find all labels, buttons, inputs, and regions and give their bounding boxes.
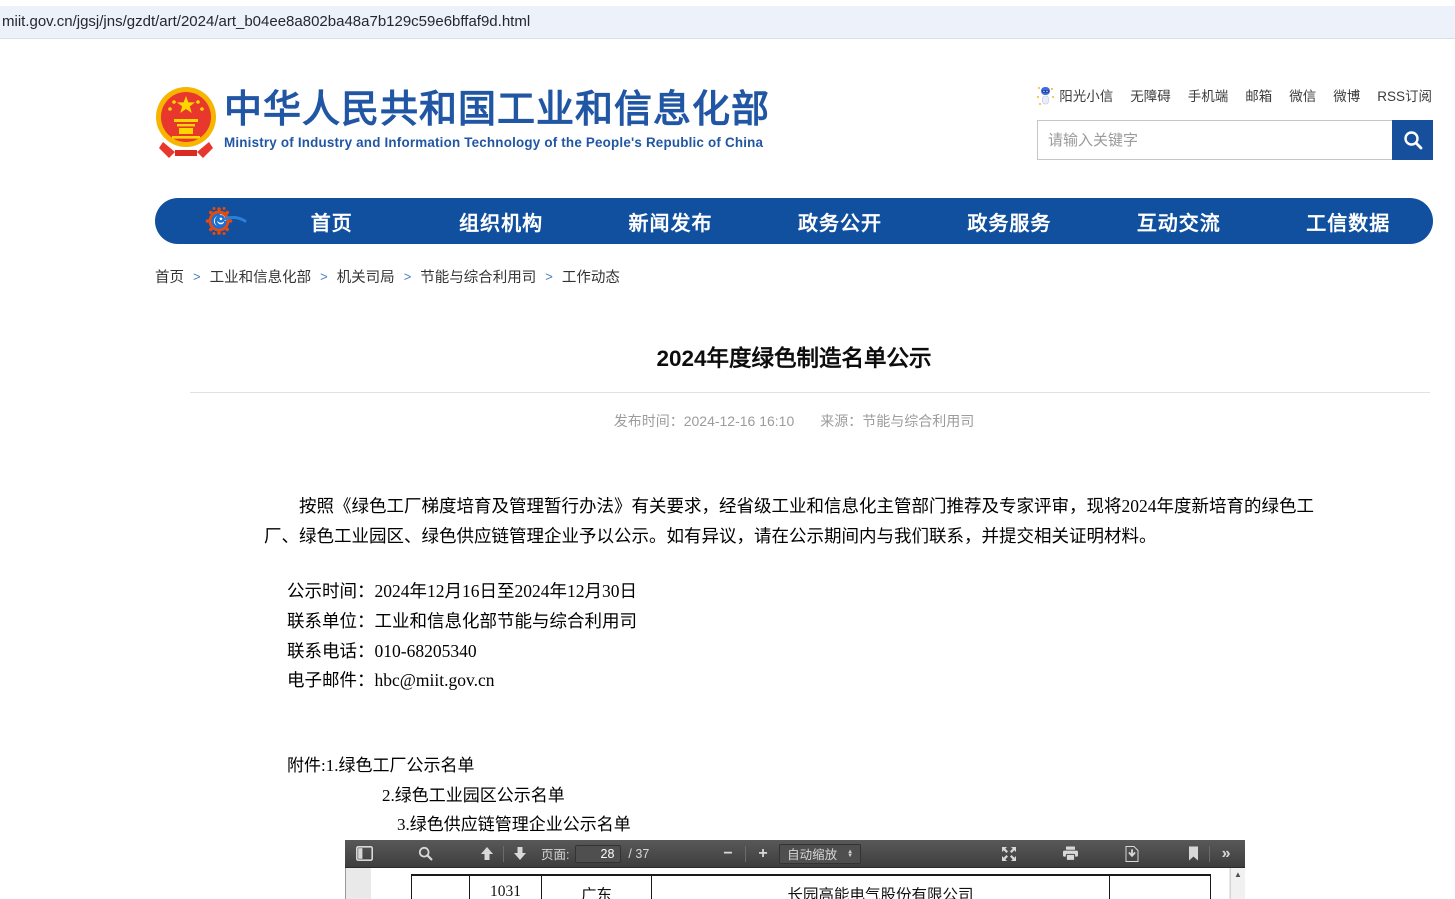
- bookmark-icon[interactable]: [1182, 843, 1204, 865]
- table-cell-blank: [1109, 876, 1211, 899]
- nav-item-news[interactable]: 新闻发布: [586, 207, 755, 236]
- pdf-table-row: 1031 广东 长园高能电气股份有限公司: [411, 874, 1211, 899]
- attachment-green-supply-chain: 3.绿色供应链管理企业公示名单: [287, 810, 631, 840]
- breadcrumb-home[interactable]: 首页: [155, 266, 184, 287]
- article-meta: 发布时间：2024-12-16 16:10 来源：节能与综合利用司: [155, 411, 1433, 431]
- breadcrumb-separator: >: [193, 269, 201, 284]
- quick-link-mail[interactable]: 邮箱: [1245, 85, 1272, 105]
- nav-item-organization[interactable]: 组织机构: [416, 207, 585, 236]
- breadcrumb: 首页 > 工业和信息化部 > 机关司局 > 节能与综合利用司 > 工作动态: [155, 266, 620, 287]
- page-number-input[interactable]: [575, 845, 621, 863]
- quick-link-accessibility[interactable]: 无障碍: [1130, 85, 1171, 105]
- main-nav: 首页 组织机构 新闻发布 政务公开 政务服务 互动交流 工信数据: [155, 198, 1433, 244]
- quick-link-rss[interactable]: RSS订阅: [1377, 85, 1432, 105]
- table-cell-province: 广东: [541, 876, 651, 899]
- attachment-green-factory: 附件:1.绿色工厂公示名单: [287, 751, 631, 781]
- pdf-content-area: 1031 广东 长园高能电气股份有限公司 ▲: [345, 868, 1245, 899]
- site-title-cn: 中华人民共和国工业和信息化部: [224, 88, 770, 132]
- zoom-mode-value: 自动缩放: [787, 844, 837, 863]
- print-icon[interactable]: [1059, 843, 1081, 865]
- page-total: / 37: [628, 847, 649, 861]
- attachment-list: 附件:1.绿色工厂公示名单 2.绿色工业园区公示名单 3.绿色供应链管理企业公示…: [287, 751, 631, 840]
- table-cell-blank: [411, 876, 469, 899]
- contact-email-line: 电子邮件：hbc@miit.gov.cn: [287, 666, 637, 696]
- article-title: 2024年度绿色制造名单公示: [155, 341, 1433, 373]
- contact-unit-line: 联系单位：工业和信息化部节能与综合利用司: [287, 607, 637, 637]
- sidebar-toggle-icon[interactable]: [353, 843, 375, 865]
- pdf-page: 1031 广东 长园高能电气股份有限公司: [371, 868, 1229, 899]
- toolbar-divider: [1209, 846, 1210, 862]
- search-button[interactable]: [1392, 120, 1433, 160]
- publicity-period-line: 公示时间：2024年12月16日至2024年12月30日: [287, 577, 637, 607]
- quick-link-label: 阳光小信: [1059, 85, 1113, 105]
- nav-item-gov-services[interactable]: 政务服务: [925, 207, 1094, 236]
- browser-address-bar[interactable]: miit.gov.cn/jgsj/jns/gzdt/art/2024/art_b…: [0, 6, 1455, 39]
- zoom-out-icon[interactable]: −: [716, 843, 740, 865]
- breadcrumb-separator: >: [320, 269, 328, 284]
- zoom-mode-select[interactable]: 自动缩放 ▲▼: [779, 844, 861, 864]
- nav-item-gov-openness[interactable]: 政务公开: [755, 207, 924, 236]
- next-page-icon[interactable]: [509, 843, 531, 865]
- robot-mascot-icon: [1036, 85, 1055, 106]
- article-paragraph: 按照《绿色工厂梯度培育及管理暂行办法》有关要求，经省级工业和信息化主管部门推荐及…: [264, 492, 1332, 551]
- site-title-en: Ministry of Industry and Information Tec…: [224, 135, 770, 150]
- quick-link-weibo[interactable]: 微博: [1333, 85, 1360, 105]
- title-divider: [190, 392, 1430, 393]
- quick-links: 阳光小信 无障碍 手机端 邮箱 微信 微博 RSS订阅: [1036, 84, 1432, 106]
- search-bar: [1037, 120, 1433, 160]
- publish-time-label: 发布时间：: [614, 413, 684, 429]
- contact-info: 公示时间：2024年12月16日至2024年12月30日 联系单位：工业和信息化…: [287, 577, 637, 696]
- page: miit.gov.cn/jgsj/jns/gzdt/art/2024/art_b…: [0, 0, 1455, 899]
- breadcrumb-separator: >: [404, 269, 412, 284]
- source: 节能与综合利用司: [862, 413, 974, 429]
- search-icon: [1402, 129, 1424, 151]
- more-tools-icon[interactable]: »: [1215, 843, 1237, 865]
- scroll-up-icon[interactable]: ▲: [1231, 868, 1245, 882]
- contact-phone-line: 联系电话：010-68205340: [287, 637, 637, 667]
- breadcrumb-miit[interactable]: 工业和信息化部: [210, 266, 312, 287]
- breadcrumb-energy-dept[interactable]: 节能与综合利用司: [420, 266, 536, 287]
- select-arrows-icon: ▲▼: [847, 850, 853, 858]
- search-input[interactable]: [1037, 120, 1392, 160]
- national-emblem-logo: [155, 86, 217, 158]
- download-icon[interactable]: [1121, 843, 1143, 865]
- nav-item-interaction[interactable]: 互动交流: [1094, 207, 1263, 236]
- nav-item-data[interactable]: 工信数据: [1264, 207, 1433, 236]
- breadcrumb-separator: >: [545, 269, 553, 284]
- presentation-mode-icon[interactable]: [998, 843, 1020, 865]
- attachment-green-industrial-park: 2.绿色工业园区公示名单: [287, 781, 631, 811]
- miit-gear-logo-icon[interactable]: [205, 204, 247, 238]
- zoom-in-icon[interactable]: +: [751, 843, 775, 865]
- pdf-scrollbar[interactable]: ▲: [1230, 868, 1245, 899]
- quick-link-sunshine[interactable]: 阳光小信: [1036, 85, 1113, 106]
- breadcrumb-work-updates[interactable]: 工作动态: [562, 266, 620, 287]
- toolbar-divider: [745, 846, 746, 862]
- find-in-document-icon[interactable]: [414, 843, 436, 865]
- nav-item-home[interactable]: 首页: [247, 207, 416, 236]
- source-label: 来源：: [820, 413, 862, 429]
- quick-link-wechat[interactable]: 微信: [1289, 85, 1316, 105]
- page-number-label: 页面:: [541, 844, 569, 863]
- publish-time: 2024-12-16 16:10: [684, 413, 795, 429]
- toolbar-divider: [503, 846, 504, 862]
- pdf-viewer: 页面: / 37 − + 自动缩放 ▲▼: [345, 840, 1245, 899]
- previous-page-icon[interactable]: [476, 843, 498, 865]
- table-cell-number: 1031: [469, 876, 541, 899]
- quick-link-mobile[interactable]: 手机端: [1188, 85, 1229, 105]
- table-cell-company: 长园高能电气股份有限公司: [651, 876, 1109, 899]
- breadcrumb-departments[interactable]: 机关司局: [337, 266, 395, 287]
- pdf-toolbar: 页面: / 37 − + 自动缩放 ▲▼: [345, 840, 1245, 868]
